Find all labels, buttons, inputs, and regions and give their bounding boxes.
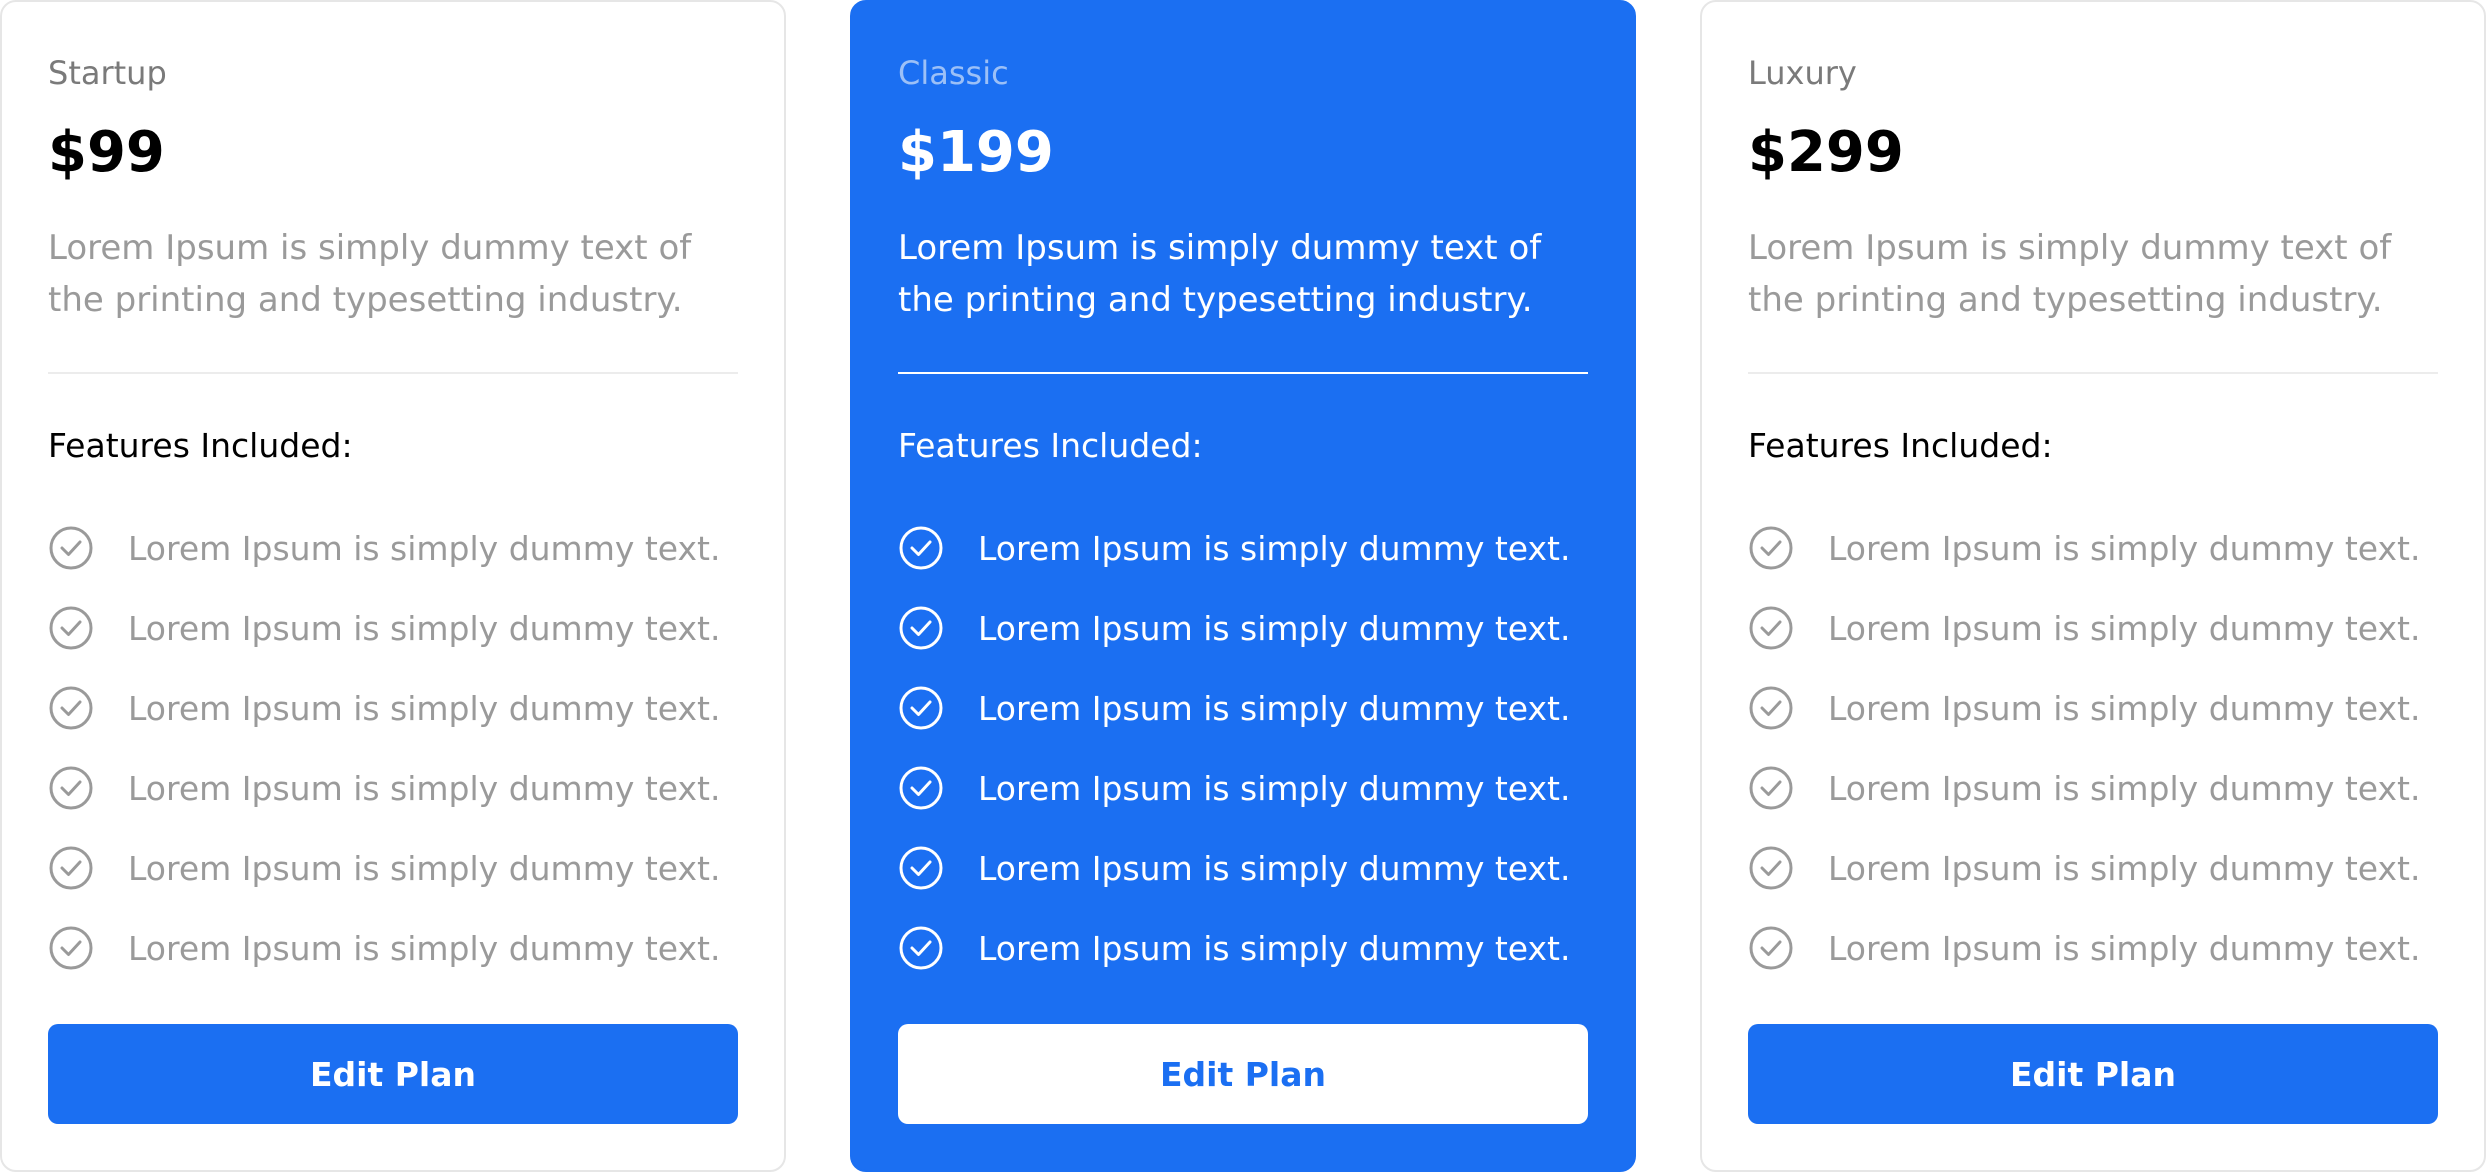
check-circle-icon xyxy=(49,926,93,970)
plan-name: Startup xyxy=(48,54,167,92)
feature-text: Lorem Ipsum is simply dummy text. xyxy=(128,688,721,728)
check-circle-icon xyxy=(1749,926,1793,970)
feature-item: Lorem Ipsum is simply dummy text. xyxy=(898,908,1588,988)
check-circle-icon xyxy=(899,526,943,570)
edit-plan-button[interactable]: Edit Plan xyxy=(48,1024,738,1124)
check-circle-icon xyxy=(49,526,93,570)
plan-price: $199 xyxy=(898,120,1054,185)
check-circle-icon xyxy=(49,686,93,730)
feature-text: Lorem Ipsum is simply dummy text. xyxy=(978,768,1571,808)
feature-item: Lorem Ipsum is simply dummy text. xyxy=(1748,588,2438,668)
feature-item: Lorem Ipsum is simply dummy text. xyxy=(48,908,738,988)
check-circle-icon xyxy=(49,606,93,650)
plan-description: Lorem Ipsum is simply dummy text of the … xyxy=(1748,228,2392,320)
feature-item: Lorem Ipsum is simply dummy text. xyxy=(48,588,738,668)
feature-text: Lorem Ipsum is simply dummy text. xyxy=(978,688,1571,728)
divider xyxy=(48,372,738,374)
feature-text: Lorem Ipsum is simply dummy text. xyxy=(978,608,1571,648)
check-circle-icon xyxy=(49,766,93,810)
feature-item: Lorem Ipsum is simply dummy text. xyxy=(48,828,738,908)
feature-list: Lorem Ipsum is simply dummy text. Lorem … xyxy=(48,508,738,988)
edit-plan-button[interactable]: Edit Plan xyxy=(1748,1024,2438,1124)
check-circle-icon xyxy=(899,606,943,650)
check-circle-icon xyxy=(899,766,943,810)
plan-name: Classic xyxy=(898,54,1009,92)
feature-list: Lorem Ipsum is simply dummy text. Lorem … xyxy=(1748,508,2438,988)
plan-description: Lorem Ipsum is simply dummy text of the … xyxy=(48,228,692,320)
plan-description: Lorem Ipsum is simply dummy text of the … xyxy=(898,228,1542,320)
feature-item: Lorem Ipsum is simply dummy text. xyxy=(1748,508,2438,588)
feature-item: Lorem Ipsum is simply dummy text. xyxy=(48,748,738,828)
feature-item: Lorem Ipsum is simply dummy text. xyxy=(1748,748,2438,828)
feature-text: Lorem Ipsum is simply dummy text. xyxy=(1828,528,2421,568)
feature-item: Lorem Ipsum is simply dummy text. xyxy=(1748,908,2438,988)
pricing-card-classic: Classic $199 Lorem Ipsum is simply dummy… xyxy=(850,0,1636,1172)
feature-item: Lorem Ipsum is simply dummy text. xyxy=(1748,828,2438,908)
check-circle-icon xyxy=(899,846,943,890)
plan-price: $299 xyxy=(1748,120,1904,185)
check-circle-icon xyxy=(899,686,943,730)
feature-text: Lorem Ipsum is simply dummy text. xyxy=(1828,688,2421,728)
feature-text: Lorem Ipsum is simply dummy text. xyxy=(128,768,721,808)
feature-item: Lorem Ipsum is simply dummy text. xyxy=(898,828,1588,908)
edit-plan-button[interactable]: Edit Plan xyxy=(898,1024,1588,1124)
feature-text: Lorem Ipsum is simply dummy text. xyxy=(1828,608,2421,648)
feature-text: Lorem Ipsum is simply dummy text. xyxy=(1828,928,2421,968)
pricing-card-startup: Startup $99 Lorem Ipsum is simply dummy … xyxy=(0,0,786,1172)
feature-item: Lorem Ipsum is simply dummy text. xyxy=(898,668,1588,748)
plan-name: Luxury xyxy=(1748,54,1857,92)
feature-text: Lorem Ipsum is simply dummy text. xyxy=(1828,768,2421,808)
features-heading: Features Included: xyxy=(898,426,1203,465)
feature-text: Lorem Ipsum is simply dummy text. xyxy=(128,848,721,888)
divider xyxy=(898,372,1588,374)
check-circle-icon xyxy=(1749,766,1793,810)
check-circle-icon xyxy=(1749,606,1793,650)
feature-item: Lorem Ipsum is simply dummy text. xyxy=(898,508,1588,588)
feature-text: Lorem Ipsum is simply dummy text. xyxy=(978,848,1571,888)
feature-item: Lorem Ipsum is simply dummy text. xyxy=(1748,668,2438,748)
plan-price: $99 xyxy=(48,120,165,185)
check-circle-icon xyxy=(899,926,943,970)
feature-text: Lorem Ipsum is simply dummy text. xyxy=(128,928,721,968)
pricing-card-luxury: Luxury $299 Lorem Ipsum is simply dummy … xyxy=(1700,0,2486,1172)
feature-item: Lorem Ipsum is simply dummy text. xyxy=(48,508,738,588)
feature-text: Lorem Ipsum is simply dummy text. xyxy=(978,528,1571,568)
feature-item: Lorem Ipsum is simply dummy text. xyxy=(48,668,738,748)
features-heading: Features Included: xyxy=(48,426,353,465)
divider xyxy=(1748,372,2438,374)
feature-item: Lorem Ipsum is simply dummy text. xyxy=(898,748,1588,828)
check-circle-icon xyxy=(49,846,93,890)
feature-text: Lorem Ipsum is simply dummy text. xyxy=(128,608,721,648)
check-circle-icon xyxy=(1749,686,1793,730)
feature-text: Lorem Ipsum is simply dummy text. xyxy=(128,528,721,568)
check-circle-icon xyxy=(1749,526,1793,570)
features-heading: Features Included: xyxy=(1748,426,2053,465)
feature-item: Lorem Ipsum is simply dummy text. xyxy=(898,588,1588,668)
check-circle-icon xyxy=(1749,846,1793,890)
feature-text: Lorem Ipsum is simply dummy text. xyxy=(978,928,1571,968)
feature-list: Lorem Ipsum is simply dummy text. Lorem … xyxy=(898,508,1588,988)
feature-text: Lorem Ipsum is simply dummy text. xyxy=(1828,848,2421,888)
